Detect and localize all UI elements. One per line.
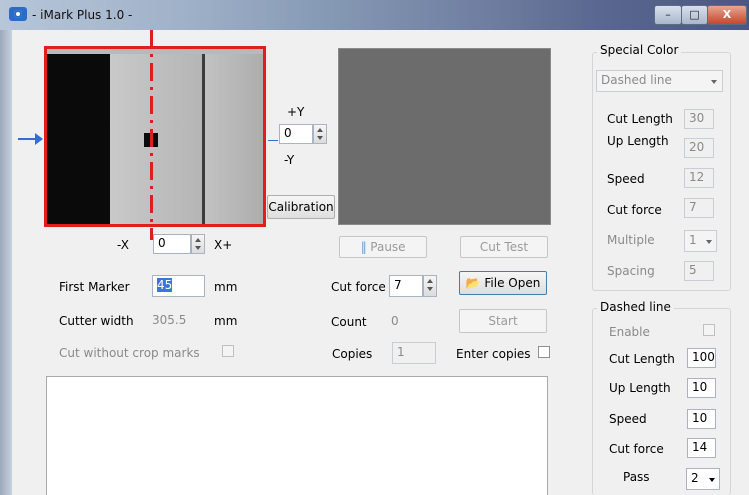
y-tick: [268, 140, 278, 141]
crosshair-line: [150, 30, 153, 240]
cutter-width-value: 305.5: [152, 313, 187, 327]
dl-cut-force-input[interactable]: 14: [687, 438, 716, 458]
dl-cut-length-input[interactable]: 100: [687, 348, 716, 368]
special-color-mode-select[interactable]: Dashed line: [596, 70, 723, 92]
chevron-down-icon: [711, 80, 717, 84]
cut-without-crop-checkbox[interactable]: [222, 345, 234, 357]
dl-pass-select[interactable]: 2: [686, 468, 720, 490]
folder-icon: 📂: [465, 276, 481, 290]
window-border: [0, 30, 12, 495]
dl-speed-label: Speed: [609, 412, 647, 426]
enter-copies-label: Enter copies: [456, 347, 531, 361]
cut-force-spinner[interactable]: [423, 275, 437, 297]
sc-cut-force-label: Cut force: [607, 203, 662, 217]
camera-media-strip-right: [205, 54, 263, 224]
maximize-button[interactable]: □: [681, 5, 708, 25]
pause-button[interactable]: ‖ Pause: [339, 236, 427, 258]
special-color-title: Special Color: [597, 43, 682, 57]
sc-cut-length-input[interactable]: 30: [684, 109, 714, 129]
position-arrow-icon: [18, 133, 43, 145]
file-open-label: File Open: [484, 276, 541, 290]
sc-spacing-input[interactable]: 5: [684, 261, 714, 281]
sc-cut-length-label: Cut Length: [607, 112, 673, 126]
pause-icon: ‖: [360, 240, 367, 254]
first-marker-label: First Marker: [59, 280, 130, 294]
pause-label: Pause: [370, 240, 406, 254]
dl-cut-length-label: Cut Length: [609, 352, 675, 366]
app-eye-icon[interactable]: [9, 7, 27, 21]
sc-up-length-input[interactable]: 20: [684, 138, 714, 158]
dl-up-length-label: Up Length: [609, 381, 671, 395]
enter-copies-checkbox[interactable]: [538, 346, 550, 358]
sc-multiple-select[interactable]: 1: [684, 230, 717, 252]
count-label: Count: [331, 315, 367, 329]
sc-multiple-label: Multiple: [607, 233, 655, 247]
plus-y-label: +Y: [287, 105, 305, 119]
dl-pass-value: 2: [691, 471, 699, 485]
sc-speed-input[interactable]: 12: [684, 168, 714, 188]
camera-dark-region: [47, 54, 110, 224]
cutter-width-unit: mm: [214, 314, 238, 328]
minimize-button[interactable]: –: [654, 5, 682, 25]
sc-spacing-label: Spacing: [607, 264, 655, 278]
chevron-down-icon: [709, 478, 715, 482]
count-value: 0: [391, 314, 399, 328]
dl-speed-input[interactable]: 10: [687, 409, 716, 429]
close-button[interactable]: X: [707, 5, 747, 25]
dl-up-length-input[interactable]: 10: [687, 378, 716, 398]
first-marker-input[interactable]: 45: [152, 275, 205, 297]
log-textarea[interactable]: [46, 376, 548, 495]
x-offset-input[interactable]: 0: [153, 234, 191, 254]
window-title: - iMark Plus 1.0 -: [32, 8, 133, 22]
y-offset-input[interactable]: 0: [279, 124, 313, 144]
first-marker-value: 45: [157, 278, 173, 292]
special-color-mode-value: Dashed line: [601, 73, 672, 87]
cutter-width-label: Cutter width: [59, 314, 134, 328]
file-open-button[interactable]: 📂 File Open: [459, 271, 547, 295]
minus-y-label: -Y: [284, 153, 295, 167]
start-button[interactable]: Start: [459, 309, 547, 333]
sc-multiple-value: 1: [689, 233, 697, 247]
dl-enable-checkbox[interactable]: [703, 324, 715, 336]
calibration-button[interactable]: Calibration: [267, 195, 335, 219]
plus-x-label: X+: [214, 238, 233, 252]
cut-force-label: Cut force: [331, 280, 386, 294]
y-offset-spinner[interactable]: [313, 124, 327, 144]
cut-preview-panel: [338, 48, 551, 225]
dl-enable-label: Enable: [609, 325, 650, 339]
chevron-down-icon: [706, 240, 712, 244]
cut-test-button[interactable]: Cut Test: [460, 236, 548, 258]
dl-pass-label: Pass: [623, 470, 650, 484]
sc-cut-force-input[interactable]: 7: [684, 198, 714, 218]
minus-x-label: -X: [117, 238, 129, 252]
dashed-line-title: Dashed line: [597, 300, 674, 314]
first-marker-unit: mm: [214, 280, 238, 294]
x-offset-spinner[interactable]: [191, 234, 205, 254]
sc-speed-label: Speed: [607, 172, 645, 186]
cut-force-input[interactable]: 7: [389, 275, 423, 297]
dl-cut-force-label: Cut force: [609, 442, 664, 456]
copies-input[interactable]: 1: [392, 342, 436, 364]
cut-without-crop-label: Cut without crop marks: [59, 346, 200, 360]
sc-up-length-label: Up Length: [607, 134, 669, 148]
copies-label: Copies: [332, 347, 373, 361]
camera-view: [44, 46, 266, 227]
